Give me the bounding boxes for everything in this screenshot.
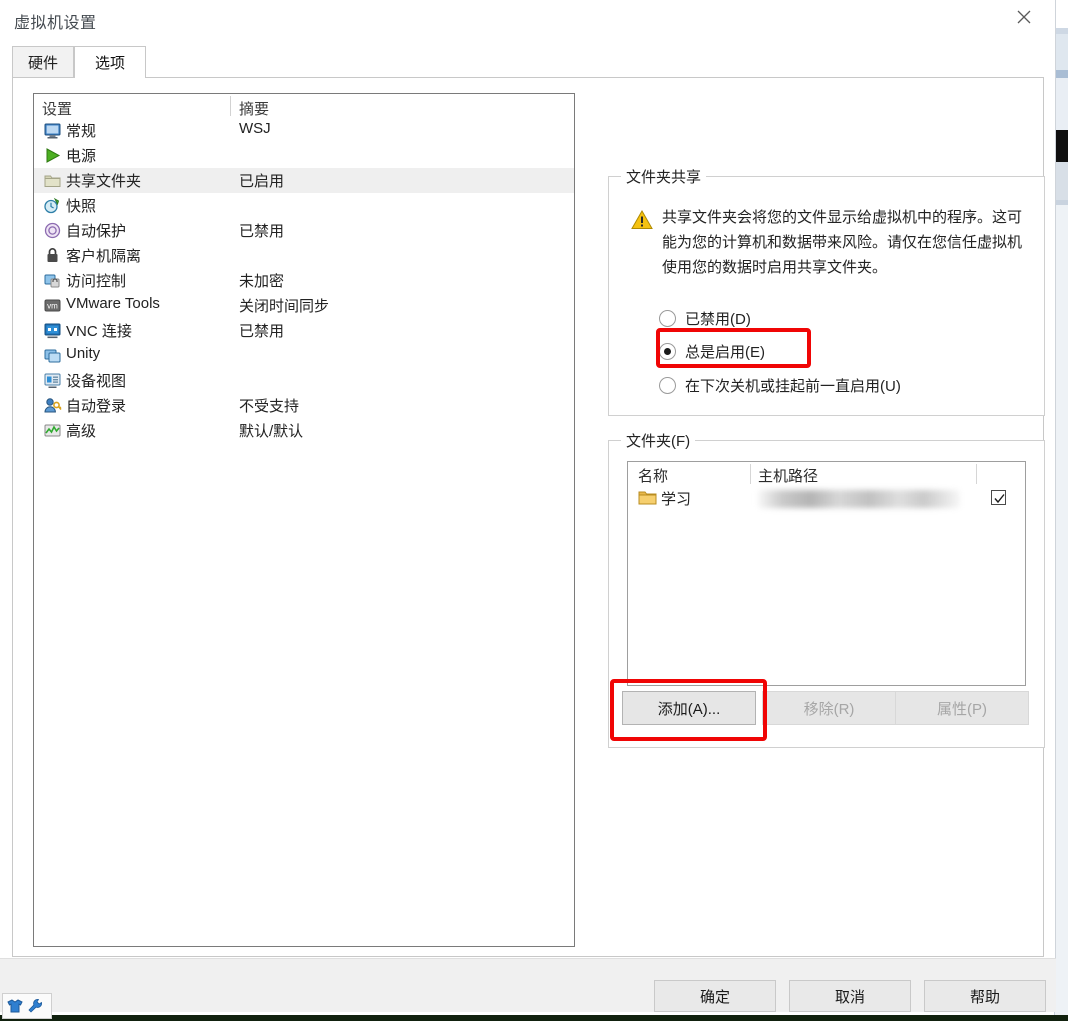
settings-row-label: VNC 连接 bbox=[66, 323, 132, 340]
folder-properties-button[interactable]: 属性(P) bbox=[895, 691, 1029, 725]
add-folder-button[interactable]: 添加(A)... bbox=[622, 691, 756, 725]
tab-options[interactable]: 选项 bbox=[74, 46, 146, 78]
autoprotect-icon bbox=[43, 221, 62, 240]
settings-row-summary: 默认/默认 bbox=[239, 423, 304, 440]
settings-row-summary: 不受支持 bbox=[239, 398, 300, 415]
settings-row-advanced[interactable]: 高级 默认/默认 bbox=[34, 418, 574, 443]
background-bottom-bar bbox=[0, 1015, 1068, 1021]
table-row[interactable]: 学习 bbox=[628, 486, 1025, 512]
header-divider bbox=[230, 96, 231, 116]
settings-row-autologon[interactable]: 自动登录 不受支持 bbox=[34, 393, 574, 418]
settings-row-label: VMware Tools bbox=[66, 295, 160, 312]
column-divider bbox=[750, 464, 751, 484]
shared-folder-icon bbox=[43, 171, 62, 190]
settings-row-label: 自动保护 bbox=[66, 223, 127, 240]
settings-row-snapshot[interactable]: 快照 bbox=[34, 193, 574, 218]
settings-row-vmware-tools[interactable]: vm VMware Tools 关闭时间同步 bbox=[34, 293, 574, 318]
tab-bar: 硬件 选项 bbox=[12, 46, 1044, 78]
options-panel: 设置 摘要 常规 WSJ 电源 共享文件夹 已启用 快照 自动保护 已禁用 客户… bbox=[12, 77, 1045, 957]
settings-row-device-view[interactable]: 设备视图 bbox=[34, 368, 574, 393]
svg-text:vm: vm bbox=[47, 302, 58, 311]
ok-button[interactable]: 确定 bbox=[654, 980, 776, 1012]
settings-row-power[interactable]: 电源 bbox=[34, 143, 574, 168]
settings-list-header: 设置 摘要 bbox=[34, 94, 574, 118]
background-mini-toolbar[interactable] bbox=[2, 993, 52, 1019]
monitor-icon bbox=[43, 121, 62, 140]
vm-settings-dialog: 虚拟机设置 硬件 选项 设置 摘要 常规 WSJ 电源 共享文件夹 已启用 快照… bbox=[0, 0, 1056, 1012]
settings-row-label: 共享文件夹 bbox=[66, 173, 142, 190]
folder-sharing-warning-text: 共享文件夹会将您的文件显示给虚拟机中的程序。这可能为您的计算机和数据带来风险。请… bbox=[662, 209, 1023, 276]
settings-row-shared-folders[interactable]: 共享文件夹 已启用 bbox=[34, 168, 574, 193]
settings-row-summary: 未加密 bbox=[239, 273, 285, 290]
radio-circle-selected-icon bbox=[659, 342, 676, 360]
background-window-right-edge bbox=[1054, 0, 1068, 1021]
folder-sharing-group: 文件夹共享 共享文件夹会将您的文件显示给虚拟机中的程序。这可能为您的计算机和数据… bbox=[608, 166, 1045, 416]
radio-label: 已禁用(D) bbox=[685, 310, 751, 328]
settings-row-label: 设备视图 bbox=[66, 373, 127, 390]
settings-row-label: 高级 bbox=[66, 423, 97, 440]
shirt-icon[interactable] bbox=[7, 998, 23, 1014]
radio-label: 总是启用(E) bbox=[685, 343, 765, 361]
remove-folder-button[interactable]: 移除(R) bbox=[762, 691, 896, 725]
lock-icon bbox=[43, 246, 62, 265]
settings-row-summary: WSJ bbox=[239, 120, 271, 137]
settings-row-label: 访问控制 bbox=[66, 273, 127, 290]
autologon-key-icon bbox=[43, 396, 62, 415]
radio-label: 在下次关机或挂起前一直启用(U) bbox=[685, 377, 901, 395]
folder-host-path-redacted bbox=[758, 490, 960, 508]
settings-row-vnc[interactable]: VNC 连接 已禁用 bbox=[34, 318, 574, 343]
settings-row-unity[interactable]: Unity bbox=[34, 343, 574, 368]
tab-hardware[interactable]: 硬件 bbox=[12, 46, 74, 77]
settings-row-summary: 已禁用 bbox=[239, 323, 285, 340]
folder-name: 学习 bbox=[661, 491, 692, 508]
column-header-host-path: 主机路径 bbox=[758, 468, 819, 485]
access-control-icon bbox=[43, 271, 62, 290]
folders-table-header: 名称 主机路径 bbox=[628, 462, 1025, 486]
settings-row-label: 快照 bbox=[66, 198, 97, 215]
folders-table[interactable]: 名称 主机路径 学习 bbox=[627, 461, 1026, 686]
power-play-icon bbox=[43, 146, 62, 165]
settings-row-autoprotect[interactable]: 自动保护 已禁用 bbox=[34, 218, 574, 243]
column-header-name: 名称 bbox=[638, 468, 669, 485]
folder-enabled-checkbox[interactable] bbox=[991, 490, 1006, 505]
radio-sharing-disabled[interactable]: 已禁用(D) bbox=[659, 305, 751, 331]
column-header-settings: 设置 bbox=[42, 101, 73, 118]
column-header-summary: 摘要 bbox=[239, 101, 270, 118]
close-icon[interactable] bbox=[1001, 0, 1047, 33]
warning-triangle-icon bbox=[631, 209, 653, 230]
settings-row-general[interactable]: 常规 WSJ bbox=[34, 118, 574, 143]
settings-row-label: Unity bbox=[66, 345, 101, 362]
unity-windows-icon bbox=[43, 346, 62, 365]
vnc-monitor-icon bbox=[43, 321, 62, 340]
dialog-footer: 确定 取消 帮助 bbox=[0, 958, 1056, 1012]
device-view-icon bbox=[43, 371, 62, 390]
folders-legend: 文件夹(F) bbox=[621, 430, 696, 451]
settings-row-label: 客户机隔离 bbox=[66, 248, 142, 265]
wrench-icon[interactable] bbox=[27, 998, 43, 1014]
settings-row-label: 常规 bbox=[66, 123, 97, 140]
page-title: 虚拟机设置 bbox=[14, 15, 97, 32]
folder-icon bbox=[638, 489, 657, 506]
folder-sharing-legend: 文件夹共享 bbox=[621, 166, 707, 187]
cancel-button[interactable]: 取消 bbox=[789, 980, 911, 1012]
settings-list[interactable]: 设置 摘要 常规 WSJ 电源 共享文件夹 已启用 快照 自动保护 已禁用 客户… bbox=[33, 93, 575, 947]
settings-row-summary: 已启用 bbox=[239, 173, 285, 190]
radio-sharing-always-enabled[interactable]: 总是启用(E) bbox=[659, 338, 765, 364]
radio-circle-icon bbox=[659, 376, 676, 394]
advanced-chart-icon bbox=[43, 421, 62, 440]
radio-sharing-until-shutdown[interactable]: 在下次关机或挂起前一直启用(U) bbox=[659, 372, 901, 398]
dialog-titlebar: 虚拟机设置 bbox=[0, 0, 1055, 38]
vmware-tools-icon: vm bbox=[43, 296, 62, 315]
column-divider bbox=[976, 464, 977, 484]
snapshot-clock-icon bbox=[43, 196, 62, 215]
settings-row-summary: 关闭时间同步 bbox=[239, 298, 330, 315]
settings-row-guest-isolation[interactable]: 客户机隔离 bbox=[34, 243, 574, 268]
settings-row-label: 电源 bbox=[66, 148, 97, 165]
settings-row-summary: 已禁用 bbox=[239, 223, 285, 240]
settings-row-access-control[interactable]: 访问控制 未加密 bbox=[34, 268, 574, 293]
settings-row-label: 自动登录 bbox=[66, 398, 127, 415]
help-button[interactable]: 帮助 bbox=[924, 980, 1046, 1012]
radio-circle-icon bbox=[659, 309, 676, 327]
